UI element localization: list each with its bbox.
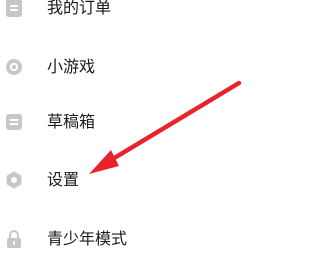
- menu-item-my-orders[interactable]: 我的订单: [0, 0, 255, 28]
- menu-item-label: 我的订单: [47, 0, 112, 17]
- document-list-icon: [5, 0, 23, 18]
- menu-item-label: 草稿箱: [47, 112, 96, 131]
- lock-icon: [5, 229, 23, 249]
- menu-item-mini-games[interactable]: 小游戏: [0, 47, 255, 87]
- drafts-box-icon: [5, 112, 23, 132]
- menu-item-teen-mode[interactable]: 青少年模式: [0, 219, 255, 259]
- menu-item-label: 小游戏: [47, 57, 96, 76]
- menu-item-label: 设置: [47, 170, 80, 189]
- menu-item-drafts[interactable]: 草稿箱: [0, 102, 255, 142]
- mini-game-icon: [5, 57, 23, 77]
- settings-gear-icon: [5, 170, 23, 190]
- menu-item-settings[interactable]: 设置: [0, 160, 255, 200]
- settings-menu-list: 我的订单 小游戏 草稿箱 设置 青少年模式: [0, 0, 255, 248]
- menu-item-label: 青少年模式: [47, 229, 128, 248]
